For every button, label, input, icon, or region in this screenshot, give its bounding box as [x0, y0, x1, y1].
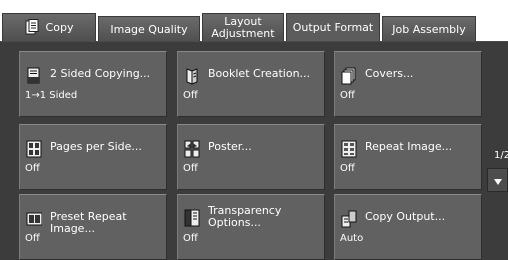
copy-output-label: Copy Output... — [365, 210, 446, 223]
pages-per-side-value: Off — [25, 163, 40, 174]
tab-output-format[interactable]: Output Format — [286, 13, 380, 42]
booklet-creation-label: Booklet Creation... — [208, 67, 311, 80]
poster-button[interactable]: Poster... Off — [177, 124, 325, 190]
preset-repeat-icon — [26, 210, 43, 228]
transparency-options-label: Transparency Options... — [208, 204, 282, 229]
arrow-down-icon — [493, 171, 503, 190]
poster-icon — [184, 140, 200, 158]
tab-job-assembly[interactable]: Job Assembly — [382, 16, 476, 42]
tab-layout-adjustment[interactable]: Layout Adjustment — [202, 13, 284, 42]
two-sided-copying-value: 1→1 Sided — [25, 90, 78, 101]
poster-label: Poster... — [208, 140, 252, 153]
preset-repeat-image-button[interactable]: Preset Repeat Image... Off — [19, 194, 167, 260]
transparency-icon — [184, 209, 200, 227]
covers-label: Covers... — [365, 67, 414, 80]
pages-per-side-button[interactable]: Pages per Side... Off — [19, 124, 167, 190]
covers-icon — [341, 67, 357, 85]
covers-button[interactable]: Covers... Off — [334, 51, 482, 117]
covers-value: Off — [340, 90, 355, 101]
tab-layout-adjustment-label: Layout Adjustment — [211, 15, 275, 40]
copy-icon — [25, 18, 39, 38]
repeat-image-value: Off — [340, 163, 355, 174]
tab-image-quality-label: Image Quality — [110, 22, 188, 36]
booklet-creation-value: Off — [183, 90, 198, 101]
poster-value: Off — [183, 163, 198, 174]
booklet-icon — [184, 67, 200, 85]
pages-per-side-label: Pages per Side... — [50, 140, 142, 153]
preset-repeat-image-label: Preset Repeat Image... — [50, 210, 127, 235]
booklet-creation-button[interactable]: Booklet Creation... Off — [177, 51, 325, 117]
tab-copy[interactable]: Copy — [2, 13, 96, 42]
two-sided-copying-button[interactable]: 2 Sided Copying... 1→1 Sided — [19, 51, 167, 117]
two-sided-copying-label: 2 Sided Copying... — [50, 67, 151, 80]
tab-job-assembly-label: Job Assembly — [392, 22, 466, 36]
transparency-options-value: Off — [183, 233, 198, 244]
transparency-options-button[interactable]: Transparency Options... Off — [177, 194, 325, 260]
copy-output-icon — [341, 210, 357, 228]
copy-output-value: Auto — [340, 233, 364, 244]
tab-copy-label: Copy — [45, 21, 74, 34]
pages-per-side-icon — [26, 140, 42, 158]
repeat-image-label: Repeat Image... — [365, 140, 453, 153]
tab-output-format-label: Output Format — [292, 21, 374, 34]
preset-repeat-image-value: Off — [25, 233, 40, 244]
two-sided-icon — [26, 67, 42, 85]
repeat-image-button[interactable]: Repeat Image... Off — [334, 124, 482, 190]
copy-output-button[interactable]: Copy Output... Auto — [334, 194, 482, 260]
scroll-down-button[interactable] — [487, 168, 508, 192]
tab-bar: Copy Image Quality Layout Adjustment Out… — [0, 0, 508, 42]
repeat-image-icon — [341, 140, 357, 158]
feature-panel: 2 Sided Copying... 1→1 Sided Booklet Cre… — [0, 42, 508, 260]
page-indicator: 1/2 — [494, 150, 508, 161]
tab-image-quality[interactable]: Image Quality — [98, 16, 200, 42]
